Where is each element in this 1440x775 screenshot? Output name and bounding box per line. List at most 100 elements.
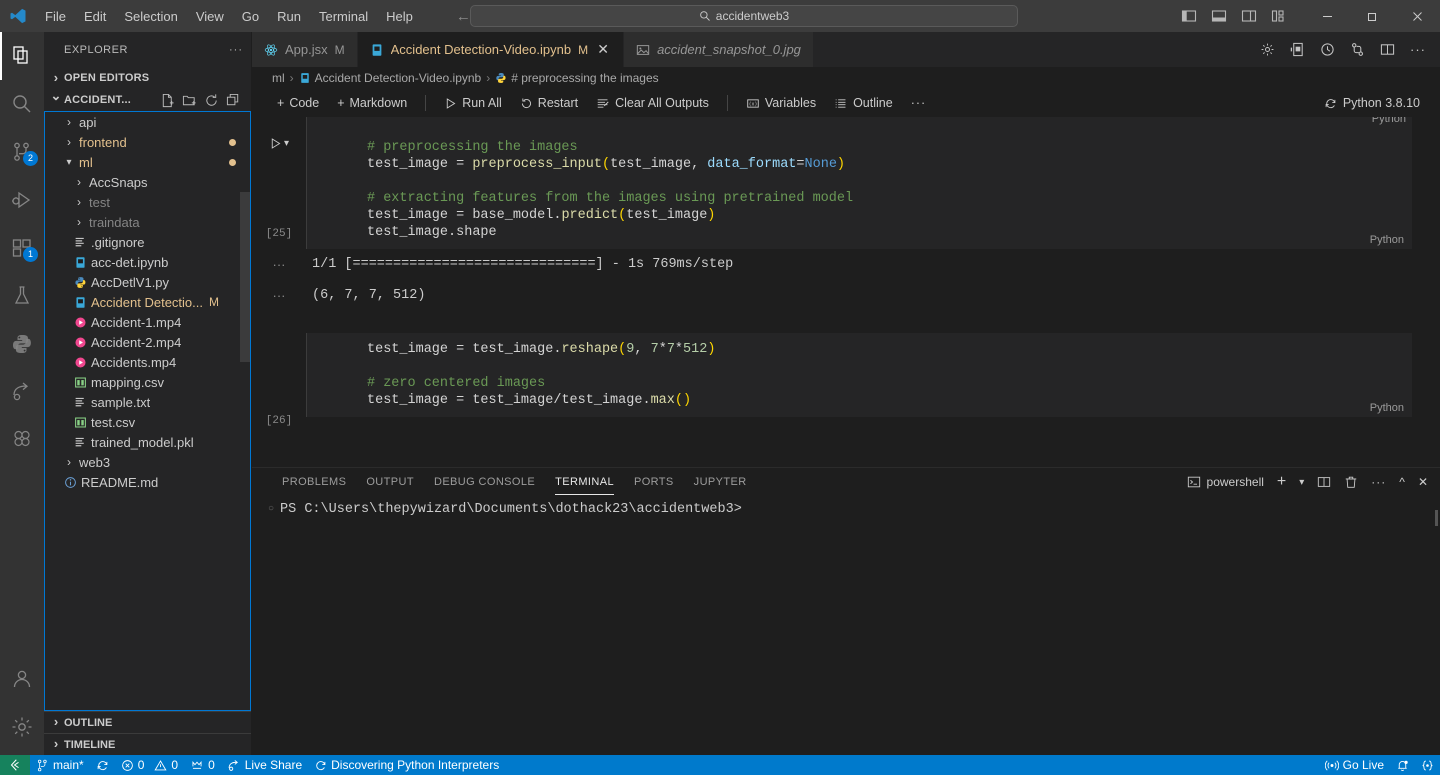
menu-terminal[interactable]: Terminal <box>310 5 377 28</box>
toggle-panel-icon[interactable] <box>1211 8 1227 24</box>
new-file-icon[interactable] <box>160 93 175 108</box>
output-collapse-dots[interactable]: ··· <box>252 257 306 272</box>
run-cell-button[interactable]: ▾ <box>269 131 289 150</box>
restart-kernel-button[interactable]: Restart <box>513 94 585 112</box>
activity-item-share[interactable] <box>0 368 44 416</box>
toggle-secondary-sidebar-icon[interactable] <box>1241 8 1257 24</box>
activity-item-figma[interactable] <box>0 416 44 464</box>
cell-code-editor[interactable]: test_image = test_image.reshape(9, 7*7*5… <box>306 333 1412 417</box>
tree-row-ml[interactable]: ▾ ml <box>45 152 250 172</box>
customize-layout-icon[interactable] <box>1271 8 1287 24</box>
output-collapse-dots[interactable]: ··· <box>252 288 306 303</box>
split-notebook-icon[interactable] <box>1290 42 1305 57</box>
notebook-scrollbar[interactable] <box>1426 117 1440 467</box>
menu-edit[interactable]: Edit <box>75 5 115 28</box>
add-code-cell-button[interactable]: + Code <box>270 94 326 112</box>
tree-row-sample-txt[interactable]: sample.txt <box>45 392 250 412</box>
kill-terminal-icon[interactable] <box>1344 475 1358 489</box>
collapse-all-icon[interactable] <box>226 93 241 108</box>
terminal-scrollbar[interactable] <box>1435 510 1438 526</box>
close-icon[interactable]: ✕ <box>595 41 611 58</box>
new-terminal-icon[interactable]: + <box>1277 473 1286 491</box>
cell-language-label[interactable]: Python <box>1370 234 1404 246</box>
tree-row-trained-model-pkl[interactable]: trained_model.pkl <box>45 432 250 452</box>
notebook-editor[interactable]: Python ▾ [25] # preprocessing the images… <box>252 117 1440 467</box>
ellipsis-icon[interactable]: ··· <box>1410 42 1426 57</box>
timeline-icon[interactable] <box>1320 42 1335 57</box>
ellipsis-icon[interactable]: ··· <box>229 44 243 56</box>
activity-item-settings[interactable] <box>0 703 44 751</box>
tree-row-accsnaps[interactable]: › AccSnaps <box>45 172 250 192</box>
more-toolbar-actions[interactable]: ··· <box>904 94 934 112</box>
tree-row-web3[interactable]: › web3 <box>45 452 250 472</box>
activity-item-extensions[interactable]: 1 <box>0 224 44 272</box>
tree-row-gitignore[interactable]: .gitignore <box>45 232 250 252</box>
panel-tab-terminal[interactable]: TERMINAL <box>545 468 624 496</box>
panel-tab-debug-console[interactable]: DEBUG CONSOLE <box>424 468 545 496</box>
run-all-button[interactable]: Run All <box>437 94 509 112</box>
tree-row-accident-1-mp4[interactable]: Accident-1.mp4 <box>45 312 250 332</box>
section-outline[interactable]: OUTLINE <box>44 711 251 733</box>
status-branch[interactable]: main* <box>30 755 90 775</box>
status-python-interpreters[interactable]: Discovering Python Interpreters <box>308 755 505 775</box>
source-control-compare-icon[interactable] <box>1350 42 1365 57</box>
tree-row-acc-det-ipynb[interactable]: acc-det.ipynb <box>45 252 250 272</box>
menu-view[interactable]: View <box>187 5 233 28</box>
menu-help[interactable]: Help <box>377 5 422 28</box>
new-folder-icon[interactable] <box>182 93 197 108</box>
chevron-down-icon[interactable]: ▾ <box>1299 477 1304 488</box>
tree-row-traindata[interactable]: › traindata <box>45 212 250 232</box>
panel-tab-ports[interactable]: PORTS <box>624 468 684 496</box>
split-terminal-icon[interactable] <box>1317 475 1331 489</box>
activity-item-source-control[interactable]: 2 <box>0 128 44 176</box>
activity-item-testing[interactable] <box>0 272 44 320</box>
menu-file[interactable]: File <box>36 5 75 28</box>
split-editor-icon[interactable] <box>1380 42 1395 57</box>
status-live-share[interactable]: Live Share <box>221 755 308 775</box>
tree-row-test-csv[interactable]: test.csv <box>45 412 250 432</box>
window-minimize-button[interactable] <box>1305 0 1350 32</box>
add-markdown-cell-button[interactable]: + Markdown <box>330 94 414 112</box>
maximize-panel-icon[interactable]: ^ <box>1399 475 1405 489</box>
menu-run[interactable]: Run <box>268 5 310 28</box>
activity-item-explorer[interactable] <box>0 32 44 80</box>
file-tree[interactable]: › api › frontend ▾ ml › AccSnaps › test … <box>44 111 251 711</box>
breadcrumb-item-symbol[interactable]: # preprocessing the images <box>495 71 659 85</box>
tree-row-test[interactable]: › test <box>45 192 250 212</box>
toggle-primary-sidebar-icon[interactable] <box>1181 8 1197 24</box>
cell-code-editor[interactable]: # preprocessing the images test_image = … <box>306 131 1412 249</box>
activity-item-search[interactable] <box>0 80 44 128</box>
panel-tab-jupyter[interactable]: JUPYTER <box>684 468 757 496</box>
tab-accident-detection-video-ipynb[interactable]: Accident Detection-Video.ipynb M ✕ <box>357 32 625 67</box>
tree-row-accident-2-mp4[interactable]: Accident-2.mp4 <box>45 332 250 352</box>
status-problems[interactable]: 0 0 <box>115 755 184 775</box>
chevron-down-icon[interactable]: ▾ <box>284 138 289 149</box>
menu-go[interactable]: Go <box>233 5 268 28</box>
panel-tab-problems[interactable]: PROBLEMS <box>272 468 356 496</box>
tree-row-accidents-mp4[interactable]: Accidents.mp4 <box>45 352 250 372</box>
notebook-cell-25[interactable]: ··· ▾ [25] <box>252 131 1440 249</box>
section-workspace-folder[interactable]: ACCIDENT... <box>44 89 251 111</box>
breadcrumb-item-folder[interactable]: ml <box>272 71 285 85</box>
refresh-icon[interactable] <box>204 93 219 108</box>
tree-row-readme-md[interactable]: README.md <box>45 472 250 492</box>
quick-search-bar[interactable]: accidentweb3 <box>470 5 1018 27</box>
window-maximize-button[interactable] <box>1350 0 1395 32</box>
status-go-live[interactable]: Go Live <box>1319 755 1390 775</box>
menu-selection[interactable]: Selection <box>115 5 186 28</box>
status-notifications[interactable] <box>1390 755 1415 775</box>
activity-item-accounts[interactable] <box>0 655 44 703</box>
status-tabnine[interactable] <box>1415 755 1440 775</box>
tree-row-api[interactable]: › api <box>45 112 250 132</box>
tab-app-jsx[interactable]: App.jsx M <box>252 32 358 67</box>
panel-tab-output[interactable]: OUTPUT <box>356 468 424 496</box>
window-close-button[interactable] <box>1395 0 1440 32</box>
ellipsis-icon[interactable]: ··· <box>1371 475 1386 489</box>
tab-accident-snapshot-0-jpg[interactable]: accident_snapshot_0.jpg <box>624 32 814 67</box>
variables-button[interactable]: (x) Variables <box>739 94 823 112</box>
outline-button[interactable]: Outline <box>827 94 900 112</box>
kernel-selector[interactable]: Python 3.8.10 <box>1318 94 1426 112</box>
status-ports[interactable]: 0 <box>184 755 221 775</box>
cell-language-label[interactable]: Python <box>1370 402 1404 414</box>
activity-item-python[interactable] <box>0 320 44 368</box>
